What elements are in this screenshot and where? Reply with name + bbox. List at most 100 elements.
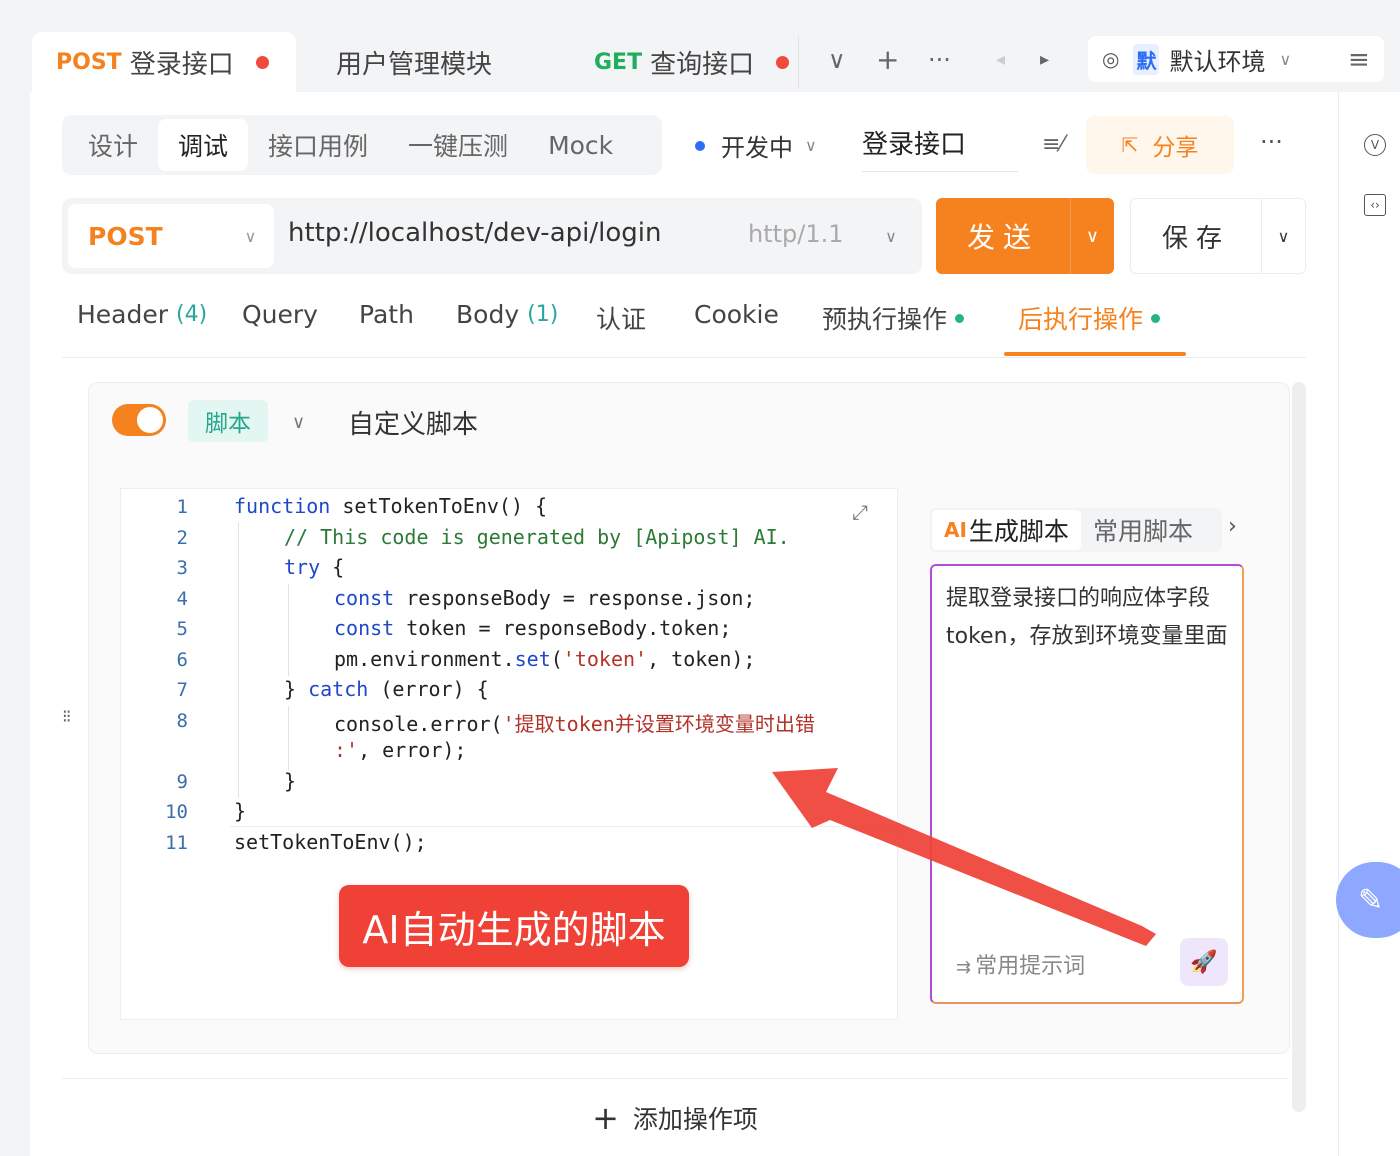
add-operation-label: 添加操作项 xyxy=(632,1104,758,1134)
tab-label: 登录接口 xyxy=(129,49,234,80)
save-button[interactable]: 保存 ∨ xyxy=(1130,198,1306,274)
chevron-down-icon: ∨ xyxy=(1279,49,1292,69)
hint-icon: ⇉ xyxy=(956,957,972,978)
send-label: 发送 xyxy=(966,221,1039,254)
api-name-input[interactable]: 登录接口 xyxy=(862,118,1018,172)
reqtab-count: (4) xyxy=(176,302,208,327)
reqtab-count: (1) xyxy=(527,302,559,327)
expand-icon[interactable]: ⤢ xyxy=(852,500,868,524)
script-type-chip[interactable]: 脚本 xyxy=(188,400,268,442)
line-number: 1 xyxy=(176,496,188,518)
chevron-down-icon[interactable]: ∨ xyxy=(292,412,305,433)
format-icon[interactable]: ≡⁄ xyxy=(1042,132,1064,157)
tab-method: POST xyxy=(56,49,122,75)
chevron-down-icon[interactable]: ∨ xyxy=(1071,226,1114,247)
env-badge: 默 xyxy=(1133,43,1160,75)
add-tab-icon[interactable]: + xyxy=(876,40,899,80)
right-sidebar xyxy=(1338,92,1400,1156)
script-enable-toggle[interactable] xyxy=(112,404,166,436)
share-button[interactable]: ⇱ 分享 xyxy=(1086,116,1234,174)
code-line: function setTokenToEnv() { xyxy=(234,494,548,518)
status-dot xyxy=(695,140,705,151)
code-line: const token = responseBody.token; xyxy=(334,616,732,640)
reqtab-path[interactable]: Path xyxy=(359,300,414,329)
subtab-debug[interactable]: 调试 xyxy=(158,119,249,171)
reqtab-label: 认证 xyxy=(596,305,647,334)
prompt-text: 提取登录接口的响应体字段token，存放到环境变量里面 xyxy=(946,586,1228,649)
reqtab-label: Body xyxy=(456,300,520,329)
chevron-down-icon: ∨ xyxy=(885,227,897,246)
rocket-icon[interactable]: 🚀 xyxy=(1180,938,1228,986)
save-label: 保存 xyxy=(1161,223,1230,254)
active-dot xyxy=(955,313,965,323)
subtab-load-test[interactable]: 一键压测 xyxy=(388,119,528,171)
line-number: 4 xyxy=(176,588,188,610)
tab-login-api[interactable]: POST 登录接口 xyxy=(32,32,296,92)
unsaved-dot xyxy=(255,55,269,69)
reqtab-post-script[interactable]: 后执行操作 xyxy=(1018,300,1161,336)
chevron-down-icon[interactable]: ∨ xyxy=(1262,227,1305,246)
code-icon[interactable]: ‹› xyxy=(1364,194,1386,216)
indent-guide xyxy=(288,584,289,676)
eye-icon: ◎ xyxy=(1102,47,1120,71)
code-line: } xyxy=(234,799,247,823)
code-line: try { xyxy=(284,555,345,579)
line-number: 2 xyxy=(176,527,188,549)
status-label: 开发中 xyxy=(721,134,793,162)
reqtab-pre-script[interactable]: 预执行操作 xyxy=(822,300,965,336)
tab-divider xyxy=(798,36,799,88)
ai-tabs: AI 生成脚本 常用脚本 xyxy=(930,508,1222,552)
subtab-mock[interactable]: Mock xyxy=(528,119,633,171)
chevron-right-icon[interactable]: › xyxy=(1228,514,1237,539)
menu-icon[interactable]: ≡ xyxy=(1348,40,1370,80)
more-icon[interactable]: ··· xyxy=(928,40,951,80)
chevron-down-icon: ∨ xyxy=(805,136,817,155)
chevron-down-icon: ∨ xyxy=(244,226,257,246)
line-number: 9 xyxy=(176,771,188,793)
tab-query-api[interactable]: GET 查询接口 xyxy=(594,32,790,92)
more-icon[interactable]: ··· xyxy=(1260,128,1283,156)
reqtab-auth[interactable]: 认证 xyxy=(596,300,646,336)
subtab-test-cases[interactable]: 接口用例 xyxy=(248,119,388,171)
reqtab-query[interactable]: Query xyxy=(242,300,318,329)
line-number: 3 xyxy=(176,557,188,579)
url-input[interactable]: http://localhost/dev-api/login xyxy=(288,218,661,248)
drag-handle-icon[interactable]: ⁝⁝ xyxy=(62,708,72,726)
code-line: setTokenToEnv(); xyxy=(234,830,427,854)
reqtab-header[interactable]: Header (4) xyxy=(77,300,207,329)
method-select[interactable]: POST ∨ xyxy=(68,204,274,268)
tab-label: 生成脚本 xyxy=(968,517,1069,546)
code-line: console.error('提取token并设置环境变量时出错 xyxy=(334,712,815,736)
send-button[interactable]: 发送 ∨ xyxy=(936,198,1114,274)
active-dot xyxy=(1151,313,1161,323)
code-line: const responseBody = response.json; xyxy=(334,586,756,610)
env-label: 默认环境 xyxy=(1169,47,1266,76)
reqtab-label: 预执行操作 xyxy=(822,305,948,334)
tab-user-module[interactable]: 用户管理模块 xyxy=(336,32,492,92)
subtab-design[interactable]: 设计 xyxy=(68,119,158,171)
reqtab-body[interactable]: Body (1) xyxy=(456,300,558,329)
environment-select[interactable]: ◎ 默 默认环境 ∨ xyxy=(1088,36,1384,82)
http-version-select[interactable]: http/1.1 ∨ xyxy=(748,220,897,248)
add-operation-button[interactable]: + 添加操作项 xyxy=(62,1078,1288,1156)
unsaved-dot xyxy=(776,55,790,69)
prompt-hints-button[interactable]: ⇉ 常用提示词 xyxy=(956,948,1085,980)
tab-ai-generate[interactable]: AI 生成脚本 xyxy=(932,510,1081,550)
method-label: POST xyxy=(88,221,163,251)
assistant-icon: ✎ xyxy=(1358,882,1384,918)
status-select[interactable]: 开发中 ∨ xyxy=(695,128,817,163)
hint-label: 常用提示词 xyxy=(975,954,1086,979)
code-line: :', error); xyxy=(334,738,467,762)
scrollbar[interactable] xyxy=(1292,382,1306,1112)
scroll-left-icon[interactable]: ◂ xyxy=(996,40,1005,80)
script-title: 自定义脚本 xyxy=(348,410,479,440)
share-label: 分享 xyxy=(1152,135,1199,161)
tab-common-scripts[interactable]: 常用脚本 xyxy=(1081,510,1205,550)
tab-label: 用户管理模块 xyxy=(336,49,493,80)
line-number: 7 xyxy=(176,679,188,701)
chevron-down-icon[interactable]: ∨ xyxy=(828,40,846,80)
reqtab-label: Path xyxy=(359,300,414,329)
scroll-right-icon[interactable]: ▸ xyxy=(1040,40,1049,80)
version-icon[interactable]: V xyxy=(1364,134,1386,156)
reqtab-cookie[interactable]: Cookie xyxy=(694,300,779,329)
